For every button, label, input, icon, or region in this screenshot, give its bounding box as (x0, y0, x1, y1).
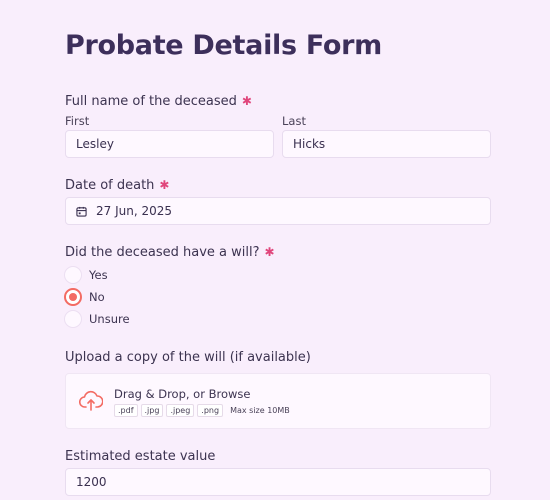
radio-option-yes[interactable]: Yes (64, 266, 108, 284)
radio-button-no[interactable] (64, 288, 82, 306)
radio-option-no[interactable]: No (64, 288, 105, 306)
radio-option-unsure[interactable]: Unsure (64, 310, 130, 328)
extension-badge-png: .png (197, 404, 224, 417)
first-name-value: Lesley (76, 137, 114, 151)
extension-badge-jpg: .jpg (140, 404, 164, 417)
first-name-input[interactable]: Lesley (65, 130, 274, 158)
max-size-text: Max size 10MB (230, 406, 290, 415)
first-name-sublabel: First (65, 114, 90, 128)
will-question-label: Did the deceased have a will? ✱ (65, 245, 275, 260)
last-name-value: Hicks (293, 137, 326, 151)
calendar-icon (76, 206, 87, 217)
full-name-label-text: Full name of the deceased (65, 94, 237, 109)
cloud-upload-icon (79, 390, 103, 411)
radio-label-no: No (89, 290, 105, 304)
file-upload-dropzone[interactable]: Drag & Drop, or Browse .pdf .jpg .jpeg .… (65, 373, 491, 429)
estate-value: 1200 (76, 475, 107, 489)
radio-button-yes[interactable] (64, 266, 82, 284)
extension-badge-pdf: .pdf (114, 404, 138, 417)
radio-label-yes: Yes (89, 268, 108, 282)
required-asterisk: ✱ (241, 94, 252, 108)
required-asterisk: ✱ (264, 245, 275, 259)
upload-label: Upload a copy of the will (if available) (65, 350, 311, 365)
date-of-death-value: 27 Jun, 2025 (96, 204, 173, 218)
date-of-death-label-text: Date of death (65, 178, 155, 193)
full-name-label: Full name of the deceased ✱ (65, 94, 252, 109)
extension-badge-jpeg: .jpeg (166, 404, 195, 417)
last-name-input[interactable]: Hicks (282, 130, 491, 158)
will-question-label-text: Did the deceased have a will? (65, 245, 260, 260)
estate-value-input[interactable]: 1200 (65, 468, 491, 496)
page-title: Probate Details Form (65, 30, 382, 61)
required-asterisk: ✱ (159, 178, 170, 192)
radio-button-unsure[interactable] (64, 310, 82, 328)
upload-main-text: Drag & Drop, or Browse (114, 387, 251, 401)
file-extension-list: .pdf .jpg .jpeg .png Max size 10MB (114, 404, 290, 417)
radio-label-unsure: Unsure (89, 312, 130, 326)
last-name-sublabel: Last (282, 114, 306, 128)
date-of-death-input[interactable]: 27 Jun, 2025 (65, 197, 491, 225)
date-of-death-label: Date of death ✱ (65, 178, 169, 193)
estate-value-label: Estimated estate value (65, 449, 216, 464)
